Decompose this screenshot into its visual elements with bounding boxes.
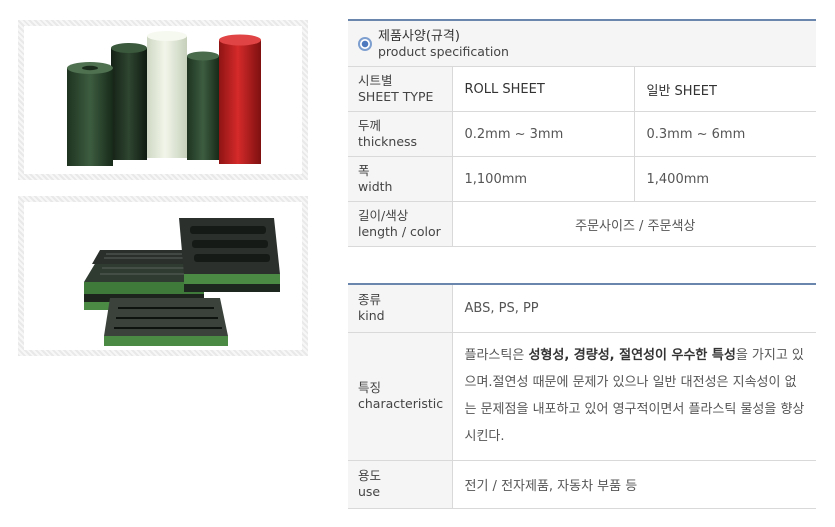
- spec-row-thickness: 두께 thickness 0.2mm ~ 3mm 0.3mm ~ 6mm: [348, 111, 817, 157]
- length-color-value: 주문사이즈 / 주문색상: [452, 201, 817, 247]
- width-label: 폭 width: [348, 156, 453, 202]
- characteristic-text-1: 플라스틱은: [464, 348, 529, 363]
- info-row-use: 용도 use 전기 / 전자제품, 자동차 부품 등: [348, 460, 816, 509]
- general-width-value: 1,400mm: [633, 156, 817, 202]
- spec-row-sheet-type: 시트별 SHEET TYPE ROLL SHEET 일반 SHEET: [348, 66, 817, 112]
- plastic-rolls-image: [24, 26, 302, 174]
- length-color-label: 길이/색상 length / color: [348, 201, 453, 247]
- thickness-label-en: thickness: [358, 134, 418, 149]
- circle-bullet-icon: [358, 36, 372, 51]
- characteristic-label-en: characteristic: [358, 396, 444, 411]
- general-thickness-value: 0.3mm ~ 6mm: [633, 111, 817, 157]
- use-value: 전기 / 전자제품, 자동차 부품 등: [452, 460, 816, 509]
- characteristic-bold-text: 성형성, 경량성, 절연성이 우수한 특성: [528, 348, 736, 363]
- product-info-table: 종류 kind ABS, PS, PP 특징 characteristic 플라…: [348, 283, 816, 509]
- tray-front: [104, 298, 228, 346]
- characteristic-label: 특징 characteristic: [348, 332, 453, 461]
- spec-title-ko: 제품사양(규격): [378, 28, 460, 44]
- general-sheet-value: 일반 SHEET: [633, 66, 817, 112]
- sheet-type-label-ko: 시트별: [358, 73, 393, 88]
- length-color-label-ko: 길이/색상: [358, 208, 409, 223]
- plastic-trays-illustration: [84, 218, 280, 346]
- use-label: 용도 use: [348, 460, 453, 509]
- roll-width-value: 1,100mm: [452, 156, 634, 202]
- plastic-trays-image: [24, 202, 302, 350]
- spec-row-width: 폭 width 1,100mm 1,400mm: [348, 156, 817, 202]
- spec-row-length-color: 길이/색상 length / color 주문사이즈 / 주문색상: [348, 201, 817, 247]
- plastic-trays-photo: [18, 196, 308, 356]
- roll-red: [219, 40, 261, 164]
- roll-sheet-value: ROLL SHEET: [452, 66, 634, 112]
- spec-header: 제품사양(규격) product specification: [348, 20, 817, 67]
- roll-thickness-value: 0.2mm ~ 3mm: [452, 111, 634, 157]
- sheet-type-label: 시트별 SHEET TYPE: [348, 66, 453, 112]
- roll-green: [187, 56, 219, 160]
- thickness-label-ko: 두께: [358, 118, 382, 133]
- roll-white: [147, 36, 187, 158]
- characteristic-value: 플라스틱은 성형성, 경량성, 절연성이 우수한 특성을 가지고 있으며.절연성…: [452, 332, 816, 461]
- kind-label-en: kind: [358, 308, 385, 324]
- kind-label-ko: 종류: [358, 292, 382, 308]
- width-label-ko: 폭: [358, 163, 370, 178]
- plastic-rolls-illustration: [67, 31, 261, 166]
- info-row-kind: 종류 kind ABS, PS, PP: [348, 284, 816, 333]
- tray-stack-right: [179, 218, 280, 292]
- kind-value: ABS, PS, PP: [452, 284, 816, 333]
- kind-label: 종류 kind: [348, 284, 453, 333]
- use-label-ko: 용도: [358, 468, 382, 483]
- spec-header-row: 제품사양(규격) product specification: [348, 20, 817, 67]
- spec-title-en: product specification: [378, 43, 509, 59]
- length-color-label-en: length / color: [358, 224, 441, 239]
- sheet-type-label-en: SHEET TYPE: [358, 89, 434, 104]
- roll-dark-green: [111, 48, 147, 160]
- info-row-characteristic: 특징 characteristic 플라스틱은 성형성, 경량성, 절연성이 우…: [348, 332, 816, 461]
- characteristic-label-ko: 특징: [358, 380, 382, 395]
- use-label-en: use: [358, 484, 381, 499]
- plastic-rolls-photo: [18, 20, 308, 180]
- width-label-en: width: [358, 179, 393, 194]
- thickness-label: 두께 thickness: [348, 111, 453, 157]
- product-spec-table: 제품사양(규격) product specification 시트별 SHEET…: [348, 19, 817, 247]
- roll-green-front: [67, 68, 113, 166]
